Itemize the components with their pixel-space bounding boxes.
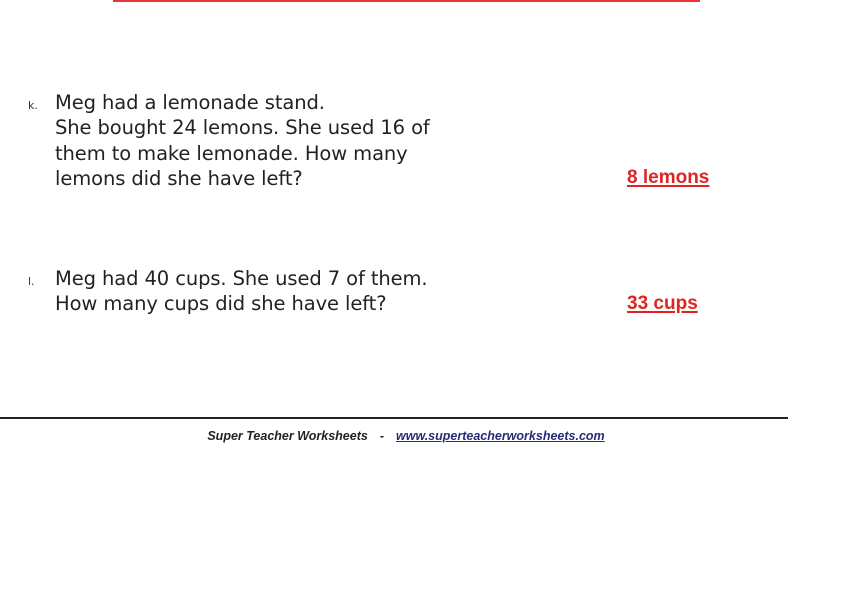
answer-text: 8 lemons bbox=[627, 167, 710, 188]
footer-separator: - bbox=[379, 429, 384, 443]
footer: Super Teacher Worksheets - www.superteache… bbox=[0, 429, 812, 443]
problem-letter: l. bbox=[28, 275, 35, 288]
problem-question: Meg had 40 cups. She used 7 of them. How… bbox=[55, 266, 485, 317]
problem-letter: k. bbox=[28, 99, 38, 112]
question-line: She bought 24 lemons. She used 16 of bbox=[55, 116, 430, 140]
footer-divider bbox=[0, 417, 788, 419]
question-line: them to make lemonade. How many bbox=[55, 141, 408, 165]
question-line: How many cups did she have left? bbox=[55, 292, 387, 316]
answer-text: 33 cups bbox=[627, 293, 698, 314]
footer-brand: Super Teacher Worksheets bbox=[207, 429, 368, 443]
question-line: Meg had a lemonade stand. bbox=[55, 91, 325, 114]
question-line: lemons did she have left? bbox=[55, 166, 303, 190]
problem-question: Meg had a lemonade stand. She bought 24 … bbox=[55, 90, 485, 191]
question-line: Meg had 40 cups. She used 7 of them. bbox=[55, 267, 428, 290]
footer-website-link[interactable]: www.superteacherworksheets.com bbox=[396, 429, 605, 443]
top-divider bbox=[113, 0, 700, 2]
